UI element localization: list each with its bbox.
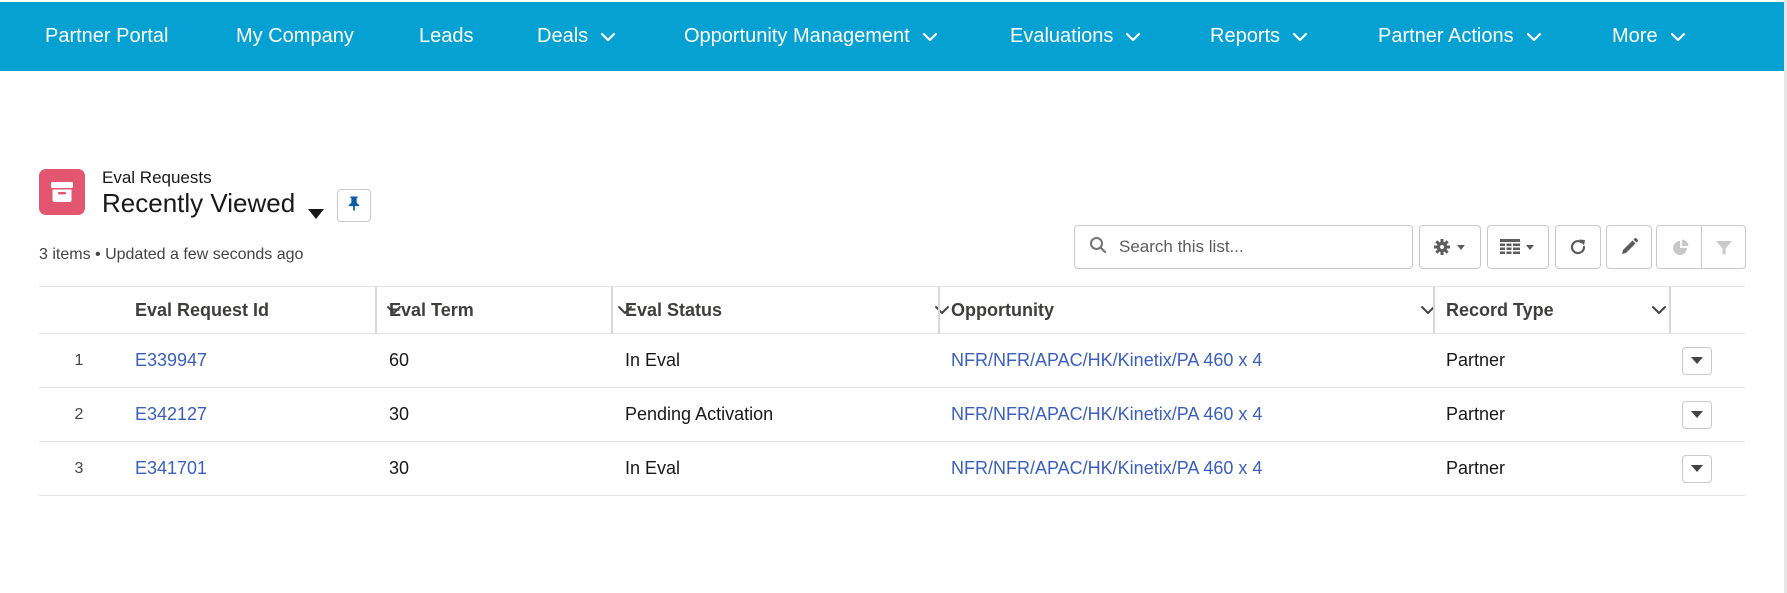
nav-item-label: More (1612, 25, 1658, 47)
column-header-record-type[interactable]: Record Type (1446, 287, 1686, 334)
chart-pie-icon[interactable] (1671, 238, 1691, 258)
column-divider[interactable] (1433, 287, 1435, 334)
column-header-eval-request-id[interactable]: Eval Request Id (135, 287, 415, 334)
caret-down-icon (1690, 352, 1704, 370)
refresh-icon (1568, 237, 1588, 257)
nav-item-partner-portal[interactable]: Partner Portal (45, 2, 168, 71)
column-divider[interactable] (375, 287, 377, 334)
pin-icon (347, 195, 361, 217)
column-header-opportunity[interactable]: Opportunity (951, 287, 1451, 334)
caret-down-icon (1690, 460, 1704, 478)
column-header-label: Opportunity (951, 300, 1054, 320)
archive-box-icon (39, 169, 85, 215)
top-navigation-bar: Partner Portal My Company Leads Deals Op… (0, 2, 1787, 71)
column-header-label: Eval Request Id (135, 300, 270, 320)
table-header: Eval Request Id Eval Term Eval Status Op… (39, 286, 1745, 334)
table-view-icon (1500, 238, 1536, 256)
chevron-down-icon[interactable] (1668, 27, 1688, 47)
chart-filter-button-group (1656, 225, 1746, 269)
nav-item-label: Partner Actions (1378, 25, 1514, 47)
table-row: 3 E341701 30 In Eval NFR/NFR/APAC/HK/Kin… (39, 442, 1745, 496)
chevron-down-icon[interactable] (1650, 301, 1668, 319)
row-number: 3 (74, 459, 84, 477)
column-header-label: Eval Status (625, 300, 723, 320)
eval-request-id-link[interactable]: E341701 (135, 442, 207, 495)
opportunity-link-text[interactable]: NFR/NFR/APAC/HK/Kinetix/PA 460 x 4 (951, 458, 1262, 479)
edit-pencil-icon (1619, 237, 1639, 257)
opportunity-link[interactable]: NFR/NFR/APAC/HK/Kinetix/PA 460 x 4 (951, 334, 1262, 387)
record-type-cell: Partner (1446, 458, 1506, 478)
column-divider[interactable] (1669, 287, 1671, 334)
nav-item-label: Deals (537, 25, 589, 47)
nav-item-leads[interactable]: Leads (419, 2, 474, 71)
column-header-label: Eval Term (389, 300, 474, 320)
list-view-selector[interactable]: Recently Viewed (102, 188, 325, 219)
chevron-down-icon[interactable] (1123, 27, 1143, 47)
table-row: 2 E342127 30 Pending Activation NFR/NFR/… (39, 388, 1745, 442)
eval-term-cell: 60 (389, 350, 410, 370)
nav-item-partner-actions[interactable]: Partner Actions (1378, 2, 1544, 71)
opportunity-link-text[interactable]: NFR/NFR/APAC/HK/Kinetix/PA 460 x 4 (951, 350, 1262, 371)
nav-item-label: My Company (236, 25, 354, 47)
pin-list-view-button[interactable] (337, 189, 371, 222)
display-as-table-button[interactable] (1487, 225, 1549, 269)
nav-item-evaluations[interactable]: Evaluations (1010, 2, 1143, 71)
row-number: 2 (74, 405, 84, 423)
nav-item-label: Reports (1210, 25, 1281, 47)
chevron-down-icon[interactable] (920, 27, 940, 47)
nav-item-opportunity-management[interactable]: Opportunity Management (684, 2, 940, 71)
nav-item-label: Leads (419, 25, 474, 47)
chevron-down-icon[interactable] (1524, 27, 1544, 47)
table-row: 1 E339947 60 In Eval NFR/NFR/APAC/HK/Kin… (39, 334, 1745, 388)
filter-funnel-icon[interactable] (1714, 238, 1734, 258)
list-settings-button[interactable] (1419, 225, 1481, 269)
row-actions-button[interactable] (1682, 401, 1712, 429)
eval-request-id-link-text[interactable]: E342127 (135, 404, 207, 425)
nav-item-deals[interactable]: Deals (537, 2, 618, 71)
row-number: 1 (74, 351, 84, 369)
eval-request-id-link-text[interactable]: E341701 (135, 458, 207, 479)
eval-status-cell: Pending Activation (625, 404, 774, 424)
column-header-eval-status[interactable]: Eval Status (625, 287, 965, 334)
refresh-button[interactable] (1555, 225, 1601, 269)
search-input[interactable] (1119, 237, 1399, 257)
column-header-label: Record Type (1446, 300, 1554, 320)
eval-request-id-link-text[interactable]: E339947 (135, 350, 207, 371)
search-icon (1089, 236, 1107, 259)
list-view-name: Recently Viewed (102, 188, 296, 218)
opportunity-link[interactable]: NFR/NFR/APAC/HK/Kinetix/PA 460 x 4 (951, 442, 1262, 495)
settings-gear-icon (1433, 238, 1467, 256)
chevron-down-icon[interactable] (1290, 27, 1310, 47)
column-divider[interactable] (938, 287, 940, 334)
caret-down-icon (1690, 406, 1704, 424)
eval-request-id-link[interactable]: E342127 (135, 388, 207, 441)
eval-term-cell: 30 (389, 458, 410, 478)
list-meta-info: 3 items • Updated a few seconds ago (39, 246, 304, 263)
nav-item-my-company[interactable]: My Company (236, 2, 354, 71)
eval-status-cell: In Eval (625, 350, 681, 370)
nav-item-reports[interactable]: Reports (1210, 2, 1310, 71)
opportunity-link[interactable]: NFR/NFR/APAC/HK/Kinetix/PA 460 x 4 (951, 388, 1262, 441)
eval-request-id-link[interactable]: E339947 (135, 334, 207, 387)
column-divider[interactable] (611, 287, 613, 334)
eval-status-cell: In Eval (625, 458, 681, 478)
record-type-cell: Partner (1446, 404, 1506, 424)
caret-down-icon[interactable] (307, 197, 325, 219)
chevron-down-icon[interactable] (933, 301, 951, 319)
search-box[interactable] (1074, 225, 1413, 269)
object-label: Eval Requests (102, 168, 212, 187)
chevron-down-icon[interactable] (598, 27, 618, 47)
column-header-eval-term[interactable]: Eval Term (389, 287, 649, 334)
eval-term-cell: 30 (389, 404, 410, 424)
nav-item-label: Partner Portal (45, 25, 169, 47)
button-group-divider (1701, 226, 1702, 268)
row-actions-button[interactable] (1682, 347, 1712, 375)
inline-edit-button[interactable] (1606, 225, 1652, 269)
nav-item-label: Opportunity Management (684, 25, 910, 47)
record-type-cell: Partner (1446, 350, 1506, 370)
row-actions-button[interactable] (1682, 455, 1712, 483)
nav-item-more[interactable]: More (1612, 2, 1688, 71)
opportunity-link-text[interactable]: NFR/NFR/APAC/HK/Kinetix/PA 460 x 4 (951, 404, 1262, 425)
nav-item-label: Evaluations (1010, 25, 1114, 47)
